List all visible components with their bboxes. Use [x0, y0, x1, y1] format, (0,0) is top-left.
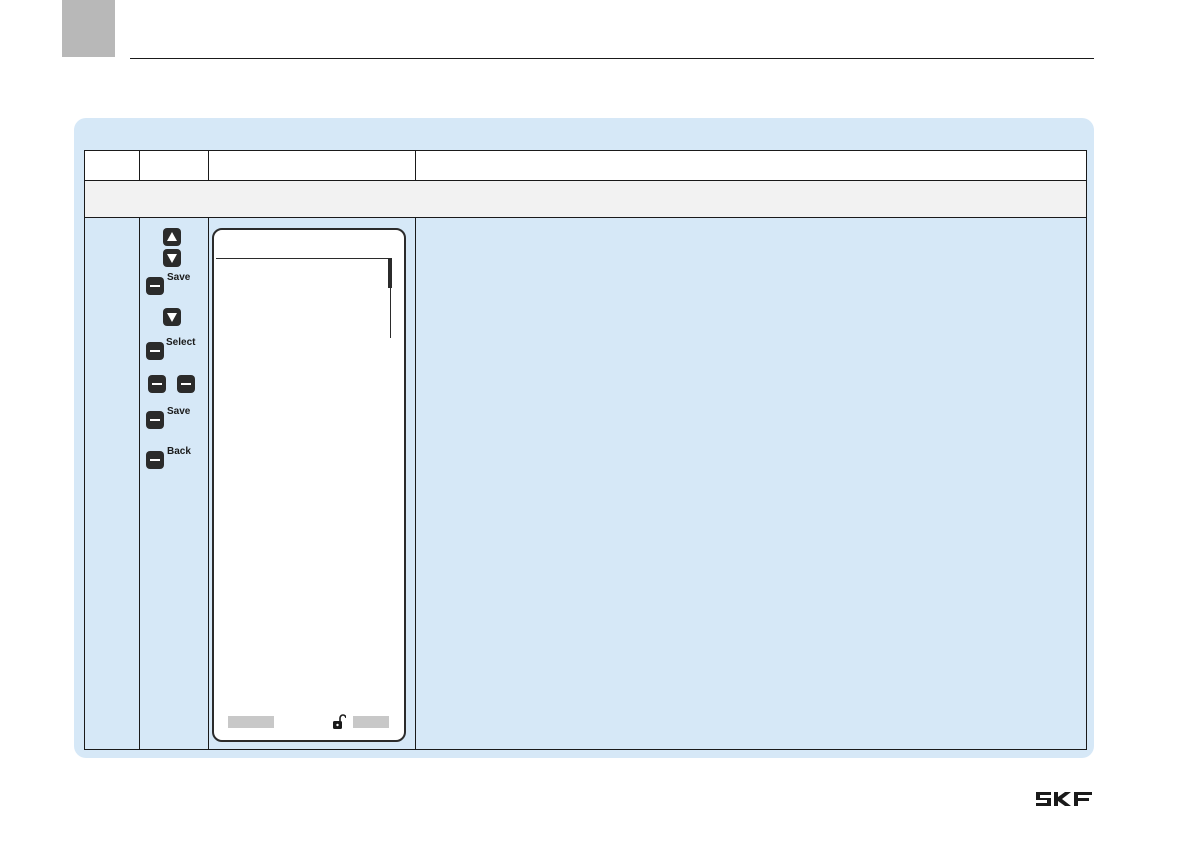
header-description [415, 150, 1087, 181]
back-key-icon[interactable] [146, 451, 164, 469]
header-key [139, 150, 209, 181]
step-cell [84, 217, 140, 750]
back-key-label: Back [167, 446, 191, 457]
save-key-icon[interactable] [146, 411, 164, 429]
section-title [84, 180, 1087, 218]
arrow-down-icon[interactable] [163, 249, 181, 267]
save-key-label: Save [167, 406, 191, 417]
keys-cell: Save Select Save Back [139, 217, 209, 750]
header-rule [130, 58, 1094, 59]
display-cell [208, 217, 416, 750]
device-screen [212, 228, 406, 742]
arrow-down-icon[interactable] [163, 308, 181, 326]
description-cell [415, 217, 1087, 750]
left-soft-key-label [228, 716, 274, 728]
select-key-label: Select [166, 337, 196, 348]
arrow-up-icon[interactable] [163, 228, 181, 246]
procedure-table: Save Select Save Back [84, 150, 1087, 750]
soft-key-right-icon[interactable] [177, 375, 195, 393]
save-key-icon[interactable] [146, 277, 164, 295]
table-row: Save Select Save Back [84, 217, 1087, 750]
skf-logo [1036, 792, 1092, 806]
unlock-icon [333, 714, 346, 729]
screen-title-divider [216, 258, 388, 259]
soft-key-left-icon[interactable] [148, 375, 166, 393]
select-key-icon[interactable] [146, 342, 164, 360]
section-row [84, 180, 1087, 218]
scrollbar-thumb [388, 258, 392, 288]
right-soft-key-label [353, 716, 389, 728]
save-key-label: Save [167, 272, 191, 283]
table-header-row [84, 150, 1087, 181]
header-step [84, 150, 140, 181]
chapter-tab [62, 0, 115, 57]
header-display [208, 150, 416, 181]
